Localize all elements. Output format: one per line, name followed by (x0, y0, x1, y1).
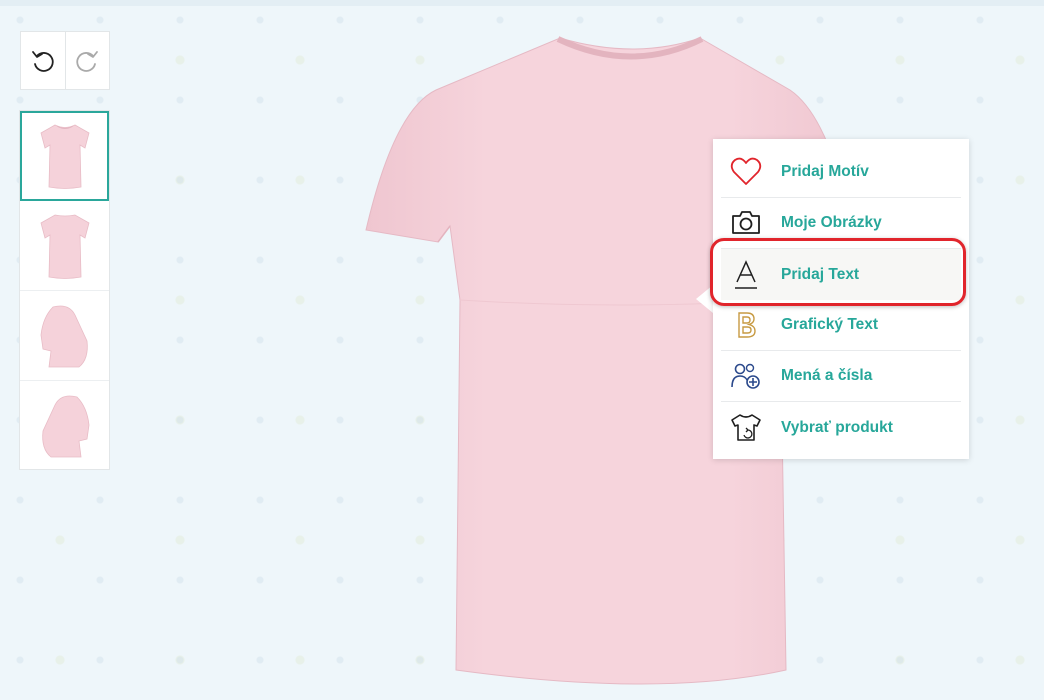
add-design-menu: Pridaj Motív Moje Obrázky Pridaj Text Gr… (713, 139, 969, 459)
menu-item-label: Vybrať produkt (781, 418, 893, 436)
menu-item-my-images[interactable]: Moje Obrázky (721, 198, 961, 249)
menu-item-graphic-text[interactable]: Grafický Text (721, 300, 961, 351)
menu-item-add-text[interactable]: Pridaj Text (721, 249, 961, 300)
menu-item-label: Mená a čísla (781, 367, 873, 384)
menu-pointer (696, 285, 713, 313)
text-a-icon (721, 259, 771, 290)
heart-icon (721, 157, 771, 187)
view-thumb-front[interactable] (20, 111, 109, 201)
menu-item-label: Pridaj Text (781, 265, 860, 283)
undo-button[interactable] (21, 32, 65, 89)
names-numbers-icon (721, 362, 771, 390)
camera-icon (721, 210, 771, 236)
view-thumb-left-sleeve[interactable] (20, 381, 109, 471)
sleeve-left-icon (41, 395, 89, 458)
menu-item-names-numbers[interactable]: Mená a čísla (721, 351, 961, 402)
redo-button[interactable] (64, 32, 110, 89)
top-bar (0, 0, 1044, 6)
sleeve-right-icon (40, 305, 88, 367)
menu-item-choose-product[interactable]: Vybrať produkt (721, 402, 961, 453)
view-thumb-right-sleeve[interactable] (20, 291, 109, 381)
menu-item-label: Pridaj Motív (781, 163, 869, 180)
view-thumb-back[interactable] (20, 201, 109, 291)
menu-item-label: Grafický Text (781, 316, 879, 333)
menu-item-label: Moje Obrázky (781, 214, 882, 231)
menu-item-add-motif[interactable]: Pridaj Motív (721, 147, 961, 198)
redo-icon (76, 50, 99, 72)
view-thumbnails (19, 110, 110, 470)
tshirt-back-icon (40, 214, 89, 279)
tshirt-swap-icon (721, 413, 771, 443)
graphic-b-icon (721, 311, 771, 339)
undo-icon (31, 50, 54, 72)
tshirt-front-icon (40, 124, 89, 189)
undo-redo-group (20, 31, 110, 90)
